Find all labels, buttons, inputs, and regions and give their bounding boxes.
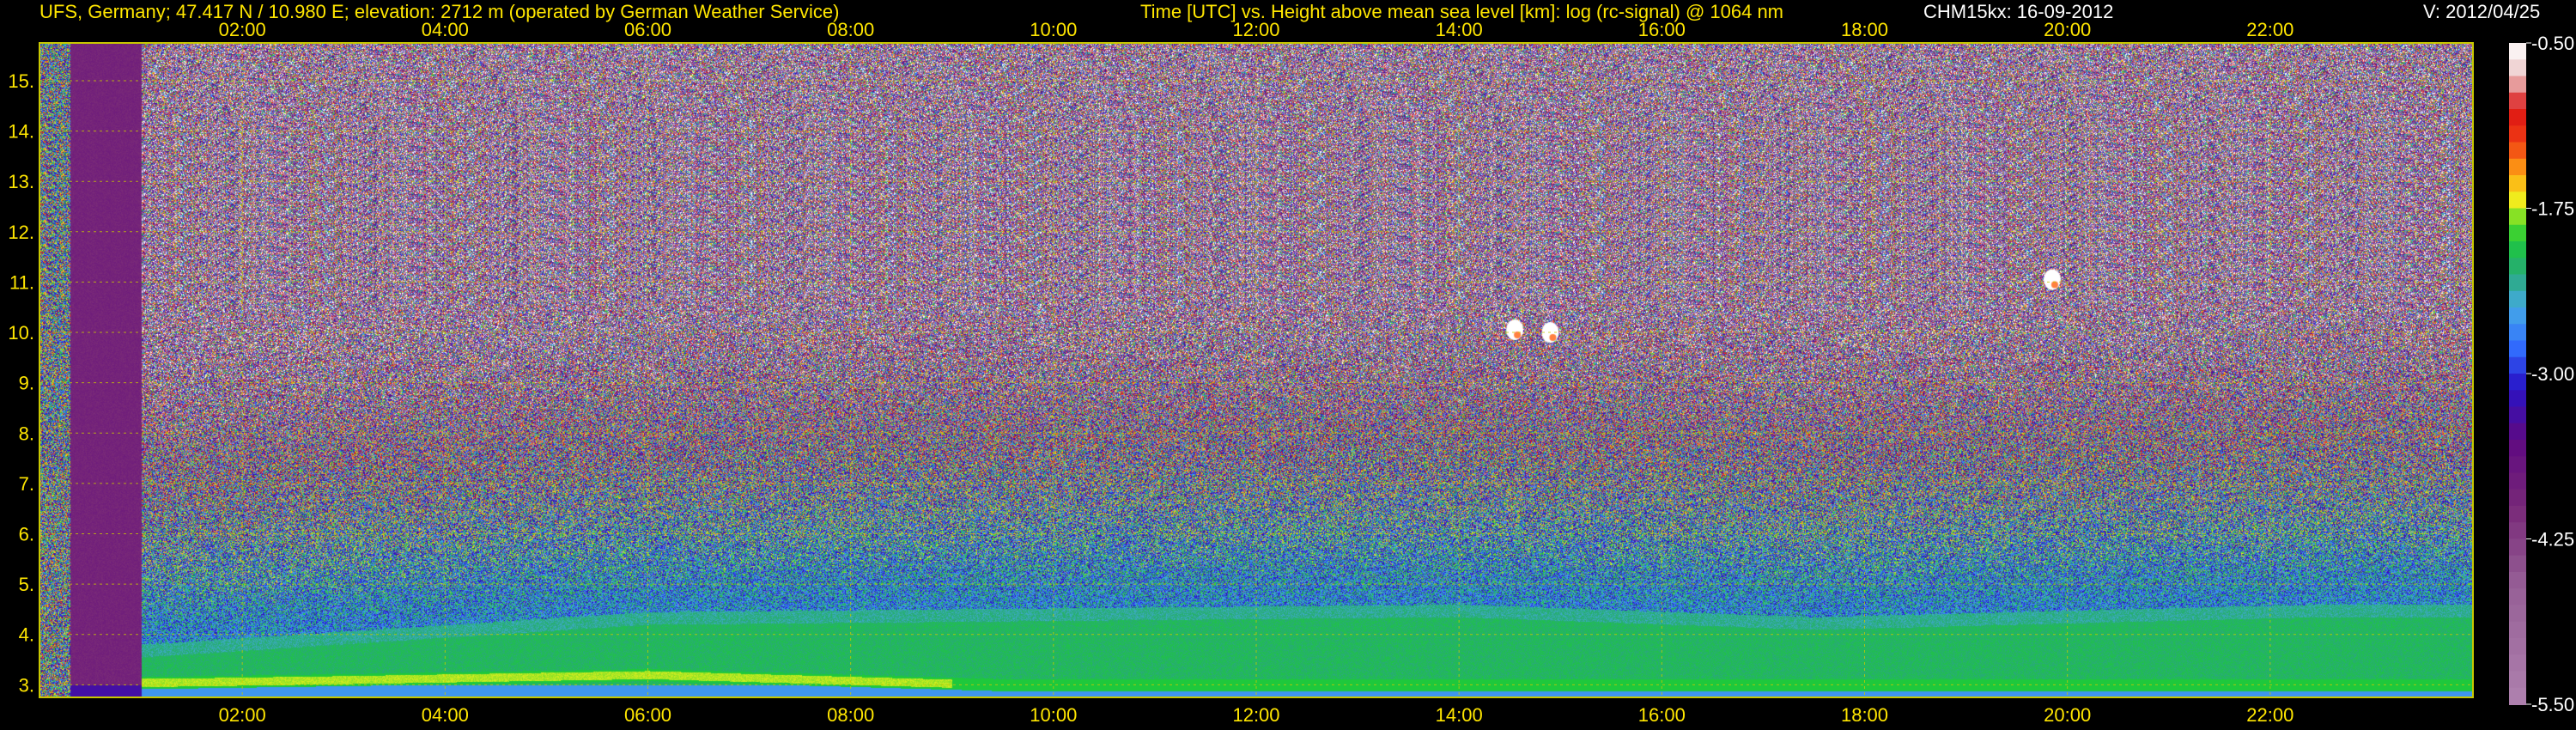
colorbar-segment [2509, 76, 2526, 94]
colorbar-tick-label: -0.50 [2531, 33, 2574, 54]
x-tick-label-bottom: 10:00 [1030, 704, 1077, 726]
colorbar-segment [2509, 59, 2526, 77]
colorbar-segment [2509, 324, 2526, 342]
colorbar-tick-label: -1.75 [2531, 198, 2574, 220]
x-tick-label-bottom: 14:00 [1436, 704, 1483, 726]
x-tick-label-bottom: 04:00 [422, 704, 469, 726]
y-tick-label: 3. [19, 674, 34, 696]
colorbar-segment [2509, 406, 2526, 424]
colorbar-segment [2509, 638, 2526, 656]
x-tick-label-top: 12:00 [1232, 19, 1279, 40]
colorbar-segment [2509, 109, 2526, 127]
y-tick-label: 5. [19, 574, 34, 595]
colorbar-segment [2509, 241, 2526, 259]
x-tick-label-top: 08:00 [827, 19, 874, 40]
colorbar-segment [2509, 290, 2526, 308]
colorbar-segment [2509, 538, 2526, 557]
chart-axes: 02:00 02:00 04:00 04:00 06:00 06:00 08:00 08:00… [8, 19, 2574, 726]
colorbar-segment [2509, 92, 2526, 110]
y-tick-label: 6. [19, 524, 34, 545]
x-tick-label-top: 16:00 [1638, 19, 1686, 40]
colorbar-segment [2509, 274, 2526, 292]
x-tick-label-top: 02:00 [219, 19, 266, 40]
colorbar-segment [2509, 687, 2526, 705]
x-tick-label-bottom: 16:00 [1638, 704, 1686, 726]
colorbar-segment [2509, 340, 2526, 358]
x-tick-label-bottom: 06:00 [624, 704, 671, 726]
y-tick-label: 11. [9, 271, 34, 293]
y-tick-label: 10. [8, 322, 34, 344]
colorbar-segment [2509, 489, 2526, 507]
colorbar-tick-label: -3.00 [2531, 363, 2574, 385]
colorbar-segment [2509, 588, 2526, 606]
x-tick-label-bottom: 18:00 [1841, 704, 1888, 726]
colorbar-segment [2509, 621, 2526, 639]
colorbar-segment [2509, 224, 2526, 242]
y-tick-label: 7. [19, 473, 34, 495]
x-tick-label-top: 04:00 [422, 19, 469, 40]
colorbar-segment [2509, 572, 2526, 590]
y-tick-label: 15. [8, 70, 34, 92]
x-tick-label-bottom: 20:00 [2044, 704, 2091, 726]
x-tick-label-top: 14:00 [1436, 19, 1483, 40]
colorbar-segment [2509, 142, 2526, 160]
x-tick-label-top: 10:00 [1030, 19, 1077, 40]
colorbar-segment [2509, 125, 2526, 143]
colorbar-segment [2509, 671, 2526, 689]
colorbar-segment [2509, 356, 2526, 374]
y-tick-label: 12. [8, 222, 34, 243]
colorbar-segment [2509, 605, 2526, 623]
colorbar-segment [2509, 506, 2526, 524]
x-tick-label-bottom: 22:00 [2246, 704, 2293, 726]
colorbar-tick-label: -5.50 [2531, 694, 2574, 715]
colorbar-segment [2509, 390, 2526, 408]
x-tick-label-top: 20:00 [2044, 19, 2091, 40]
colorbar-segment [2509, 307, 2526, 325]
colorbar-segment [2509, 208, 2526, 226]
colorbar-segment [2509, 158, 2526, 176]
y-tick-label: 4. [19, 624, 34, 646]
colorbar-segment [2509, 192, 2526, 210]
x-tick-label-bottom: 12:00 [1232, 704, 1279, 726]
colorbar-segment [2509, 374, 2526, 392]
x-tick-label-top: 18:00 [1841, 19, 1888, 40]
colorbar-segment [2509, 423, 2526, 441]
y-tick-label: 13. [8, 171, 34, 192]
y-tick-label: 8. [19, 423, 34, 444]
x-tick-label-top: 22:00 [2246, 19, 2293, 40]
y-tick-label: 14. [8, 121, 34, 143]
colorbar-segment [2509, 456, 2526, 474]
colorbar-segment [2509, 175, 2526, 193]
colorbar-tick-label: -4.25 [2531, 529, 2574, 551]
colorbar-segment [2509, 258, 2526, 276]
colorbar-segment [2509, 440, 2526, 458]
y-tick-label: 9. [19, 373, 34, 394]
x-tick-label-top: 06:00 [624, 19, 671, 40]
colorbar-segment [2509, 654, 2526, 672]
colorbar-segment [2509, 522, 2526, 540]
colorbar-segment [2509, 555, 2526, 573]
x-tick-label-bottom: 08:00 [827, 704, 874, 726]
x-tick-label-bottom: 02:00 [219, 704, 266, 726]
colorbar-segment [2509, 43, 2526, 61]
colorbar-segment [2509, 472, 2526, 490]
